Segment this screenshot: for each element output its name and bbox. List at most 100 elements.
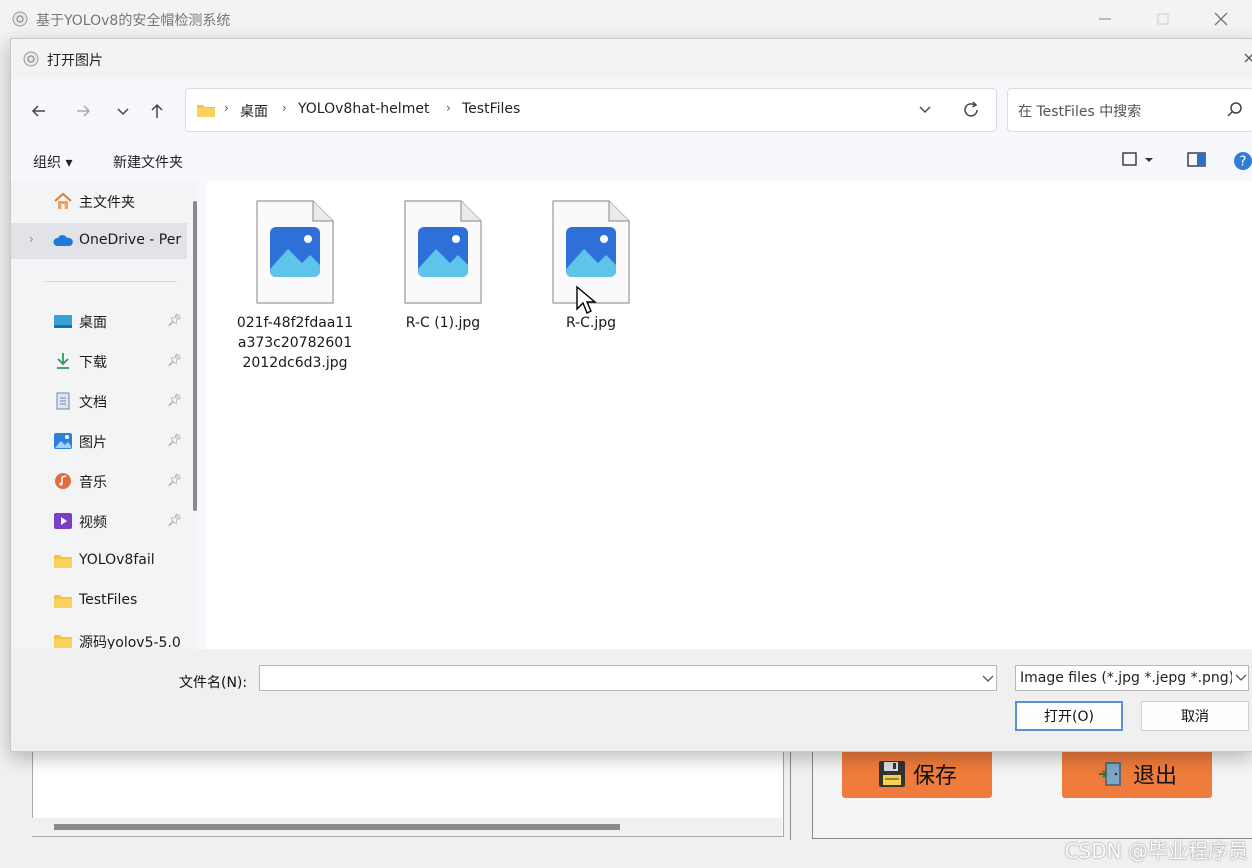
chevron-down-icon: [117, 108, 129, 116]
nav-separator: [45, 281, 177, 282]
pin-icon[interactable]: 📌︎: [167, 393, 182, 407]
pin-icon[interactable]: 📌︎: [167, 433, 182, 447]
chevron-right-icon[interactable]: ›: [29, 232, 34, 246]
nav-label: TestFiles: [79, 592, 138, 608]
pin-icon[interactable]: 📌︎: [167, 513, 182, 527]
dialog-logo-icon: [23, 51, 39, 67]
minimize-button[interactable]: [1094, 8, 1116, 30]
new-folder-button[interactable]: 新建文件夹: [113, 152, 183, 172]
nav-item-yolov5-source[interactable]: 源码yolov5-5.0: [11, 623, 187, 649]
preview-pane-icon[interactable]: [1187, 151, 1207, 169]
nav-pane-scrollbar[interactable]: [193, 201, 197, 511]
nav-label: YOLOv8fail: [79, 552, 155, 568]
nav-item-music[interactable]: 音乐 📌︎: [11, 463, 187, 499]
exit-label: 退出: [1132, 764, 1177, 789]
nav-item-yolov8fail[interactable]: YOLOv8fail: [11, 543, 187, 579]
folder-icon: [54, 635, 72, 648]
home-icon: [54, 192, 72, 209]
file-item[interactable]: R-C (1).jpg: [383, 199, 503, 333]
nav-label: 文档: [79, 395, 107, 411]
arrow-right-icon: [77, 105, 91, 117]
document-icon: [56, 392, 70, 410]
breadcrumb-testfiles[interactable]: TestFiles: [462, 101, 520, 117]
filename-input[interactable]: [259, 665, 997, 691]
nav-label: 音乐: [79, 475, 107, 491]
file-type-value: Image files (*.jpg *.jepg *.png): [1020, 670, 1235, 686]
app-title: 基于YOLOv8的安全帽检测系统: [36, 13, 231, 29]
file-item[interactable]: 021f-48f2fdaa11a373c207826012012dc6d3.jp…: [235, 199, 355, 373]
chevron-right-icon: ›: [224, 101, 229, 115]
floppy-disk-icon: [878, 761, 905, 787]
cancel-button[interactable]: 取消: [1141, 701, 1249, 731]
address-history-dropdown[interactable]: [916, 99, 934, 123]
nav-item-testfiles[interactable]: TestFiles: [11, 583, 187, 619]
scrollbar-thumb[interactable]: [54, 824, 620, 830]
help-icon[interactable]: ?: [1233, 151, 1252, 171]
search-input[interactable]: 在 TestFiles 中搜索: [1007, 88, 1252, 132]
view-options-icon[interactable]: [1121, 151, 1155, 169]
chevron-down-icon: [982, 675, 994, 682]
nav-item-pictures[interactable]: 图片 📌︎: [11, 423, 187, 459]
nav-item-documents[interactable]: 文档 📌︎: [11, 383, 187, 419]
close-button[interactable]: [1210, 8, 1232, 30]
nav-label: OneDrive - Per: [79, 232, 182, 248]
nav-item-videos[interactable]: 视频 📌︎: [11, 503, 187, 539]
chevron-right-icon: ›: [446, 101, 451, 115]
filename-label: 文件名(N):: [179, 675, 248, 691]
file-name: 021f-48f2fdaa11a373c207826012012dc6d3.jp…: [236, 315, 354, 371]
pictures-icon: [54, 433, 72, 449]
video-icon: [54, 513, 72, 529]
app-logo-icon: [12, 11, 28, 27]
mouse-cursor-icon: [576, 285, 597, 314]
nav-item-onedrive[interactable]: › OneDrive - Per: [11, 223, 187, 259]
folder-icon: [54, 595, 72, 608]
dialog-close-button[interactable]: [1241, 49, 1252, 69]
recent-locations-button[interactable]: [109, 99, 137, 123]
horizontal-scrollbar[interactable]: [32, 818, 782, 836]
arrow-left-icon: [31, 105, 45, 117]
maximize-icon: [1157, 13, 1169, 25]
pin-icon[interactable]: 📌︎: [167, 473, 182, 487]
app-title-bar: 基于YOLOv8的安全帽检测系统: [0, 0, 1252, 38]
open-button[interactable]: 打开(O): [1015, 701, 1123, 731]
close-icon: [1244, 53, 1252, 63]
nav-item-desktop[interactable]: 桌面 📌︎: [11, 303, 187, 339]
chevron-down-icon: [919, 106, 931, 113]
breadcrumb-project[interactable]: YOLOv8hat-helmet: [298, 101, 429, 117]
music-icon: [55, 473, 71, 489]
nav-label: 视频: [79, 515, 107, 531]
watermark: CSDN @毕业程序员: [1064, 839, 1248, 863]
search-icon[interactable]: [1226, 101, 1244, 119]
nav-label: 源码yolov5-5.0: [79, 635, 181, 649]
arrow-up-icon: [151, 103, 163, 118]
back-button[interactable]: [25, 99, 53, 123]
onedrive-icon: [53, 235, 73, 246]
exit-button[interactable]: 退出: [1062, 750, 1212, 798]
maximize-button[interactable]: [1152, 8, 1174, 30]
image-file-icon: [256, 200, 334, 304]
filename-history-dropdown[interactable]: [981, 671, 995, 688]
folder-icon: [197, 105, 215, 117]
exit-door-icon: [1098, 762, 1121, 786]
search-placeholder: 在 TestFiles 中搜索: [1018, 104, 1142, 120]
nav-item-home[interactable]: 主文件夹: [11, 183, 187, 219]
nav-item-downloads[interactable]: 下载 📌︎: [11, 343, 187, 379]
organize-menu[interactable]: 组织 ▾: [33, 152, 72, 172]
chevron-down-icon: [1232, 670, 1248, 687]
image-file-icon: [404, 200, 482, 304]
breadcrumb-desktop[interactable]: 桌面: [240, 101, 268, 121]
forward-button[interactable]: [69, 99, 97, 123]
chevron-right-icon: ›: [282, 101, 287, 115]
file-name: R-C (1).jpg: [405, 315, 481, 331]
file-type-select[interactable]: Image files (*.jpg *.jepg *.png): [1015, 665, 1249, 691]
download-icon: [57, 353, 69, 369]
address-bar[interactable]: › 桌面 › YOLOv8hat-helmet › TestFiles: [185, 88, 997, 132]
save-label: 保存: [912, 764, 957, 789]
up-button[interactable]: [143, 99, 171, 123]
dialog-footer: 文件名(N): Image files (*.jpg *.jepg *.png)…: [11, 649, 1252, 751]
pin-icon[interactable]: 📌︎: [167, 313, 182, 327]
pin-icon[interactable]: 📌︎: [167, 353, 182, 367]
save-button[interactable]: 保存: [842, 750, 992, 798]
minimize-icon: [1099, 18, 1111, 20]
refresh-icon[interactable]: [960, 99, 982, 121]
